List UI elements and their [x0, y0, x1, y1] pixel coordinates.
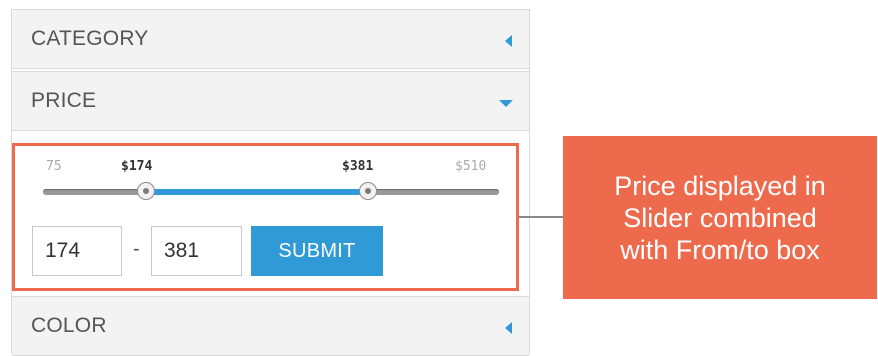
category-filter-label: CATEGORY — [31, 27, 149, 50]
category-filter-header[interactable]: CATEGORY — [12, 9, 529, 69]
price-to-input[interactable]: 381 — [151, 226, 242, 276]
slider-handle-to[interactable] — [359, 182, 377, 200]
slider-selected-range — [146, 189, 368, 195]
price-filter-header[interactable]: PRICE — [12, 71, 529, 131]
color-filter-header[interactable]: COLOR — [12, 296, 529, 356]
caret-left-icon — [505, 322, 512, 334]
price-filter-label: PRICE — [31, 89, 97, 112]
price-min-label: 75 — [46, 159, 62, 174]
price-from-input[interactable]: 174 — [32, 226, 122, 276]
caret-left-icon — [505, 35, 512, 47]
callout-line-3: with From/to box — [620, 234, 820, 265]
price-range-separator: - — [133, 238, 140, 260]
annotation-callout: Price displayed in Slider combined with … — [563, 136, 877, 299]
callout-line-1: Price displayed in — [614, 170, 826, 201]
color-filter-label: COLOR — [31, 314, 107, 337]
callout-line-2: Slider combined — [623, 202, 817, 233]
slider-handle-from[interactable] — [137, 182, 155, 200]
price-slider-box: 75 $174 $381 $510 174 - 381 SUBMIT — [12, 143, 519, 291]
price-to-label: $381 — [342, 159, 374, 174]
price-max-label: $510 — [455, 159, 487, 174]
caret-down-icon — [499, 100, 513, 107]
submit-button[interactable]: SUBMIT — [251, 226, 383, 276]
callout-connector — [519, 216, 564, 218]
price-from-label: $174 — [121, 159, 153, 174]
